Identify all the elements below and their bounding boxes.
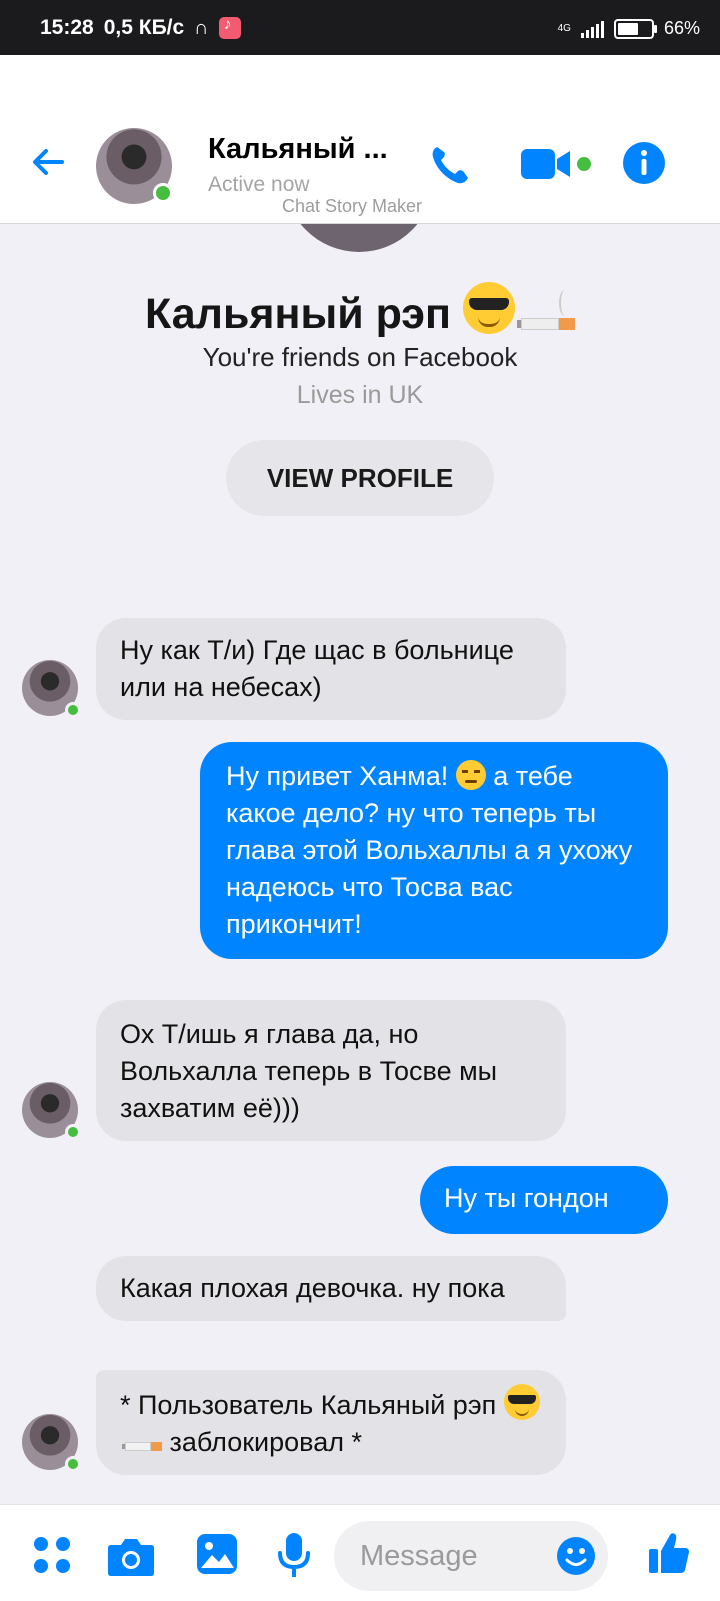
profile-name-text: Кальяный рэп xyxy=(145,290,452,338)
contact-status: Active now xyxy=(208,173,310,196)
signal-icon xyxy=(580,20,604,38)
status-network-speed: 0,5 КБ/с xyxy=(103,16,185,39)
thumbs-up-icon[interactable] xyxy=(648,1531,690,1575)
message-outgoing[interactable]: Ну ты гондон xyxy=(420,1166,668,1234)
friends-status: You're friends on Facebook xyxy=(202,342,518,372)
sender-avatar[interactable] xyxy=(22,1414,81,1472)
contact-avatar[interactable] xyxy=(96,128,173,204)
online-indicator xyxy=(153,183,173,203)
video-call-icon[interactable] xyxy=(520,145,572,183)
profile-name: Кальяный рэп xyxy=(0,282,720,339)
phone-call-icon[interactable] xyxy=(428,143,472,187)
online-indicator xyxy=(65,1124,81,1140)
cigarette-icon xyxy=(122,1442,162,1451)
sender-avatar[interactable] xyxy=(22,1082,81,1140)
info-icon[interactable] xyxy=(622,141,666,185)
camera-icon[interactable] xyxy=(107,1535,155,1577)
message-outgoing[interactable]: Ну привет Ханма! а тебе какое дело? ну ч… xyxy=(200,742,668,959)
tiktok-icon xyxy=(218,16,241,39)
gallery-icon[interactable] xyxy=(196,1533,238,1575)
message-input-container[interactable] xyxy=(334,1521,608,1591)
online-indicator xyxy=(65,1456,81,1472)
sunglasses-face-icon xyxy=(462,282,515,334)
message-text: * Пользователь Кальяный рэп xyxy=(120,1390,504,1420)
microphone-icon[interactable] xyxy=(276,1531,312,1579)
network-type: 4G xyxy=(557,23,571,34)
battery-percent: 66% xyxy=(663,18,700,38)
chat-header: Кальяный ... Active now Chat Story Maker xyxy=(0,55,720,224)
view-profile-button[interactable]: VIEW PROFILE xyxy=(226,440,494,516)
battery-icon xyxy=(613,18,657,39)
profile-picture xyxy=(284,224,434,252)
sender-avatar[interactable] xyxy=(22,660,81,718)
location-info: Lives in UK xyxy=(296,381,424,409)
conversation-area[interactable]: Кальяный рэп You're friends on Facebook … xyxy=(0,224,720,1504)
cigarette-icon xyxy=(516,290,575,330)
menu-dots-icon[interactable] xyxy=(32,1535,72,1575)
unamused-face-icon xyxy=(455,760,486,790)
message-text: Ну привет Ханма! xyxy=(226,761,456,791)
headphones-icon: ∩ xyxy=(194,16,209,39)
watermark: Chat Story Maker xyxy=(282,196,423,216)
message-incoming[interactable]: * Пользователь Кальяный рэп заблокировал… xyxy=(96,1370,566,1475)
message-text: заблокировал * xyxy=(162,1427,362,1457)
sunglasses-face-icon xyxy=(503,1384,540,1420)
online-indicator xyxy=(65,702,81,718)
emoji-icon[interactable] xyxy=(556,1536,596,1576)
contact-name[interactable]: Кальяный ... xyxy=(208,133,388,166)
status-time: 15:28 xyxy=(40,16,94,39)
message-incoming[interactable]: Ну как Т/и) Где щас в больнице или на не… xyxy=(96,618,566,720)
message-input[interactable] xyxy=(358,1535,542,1577)
message-incoming[interactable]: Какая плохая девочка. ну пока xyxy=(96,1256,566,1321)
back-arrow-icon[interactable] xyxy=(28,142,68,182)
composer-toolbar xyxy=(0,1504,720,1601)
video-online-dot xyxy=(577,157,591,171)
message-incoming[interactable]: Ох Т/ишь я глава да, но Вольхалла теперь… xyxy=(96,1000,566,1141)
status-bar: 15:28 0,5 КБ/с ∩ 4G 66% xyxy=(0,0,720,55)
